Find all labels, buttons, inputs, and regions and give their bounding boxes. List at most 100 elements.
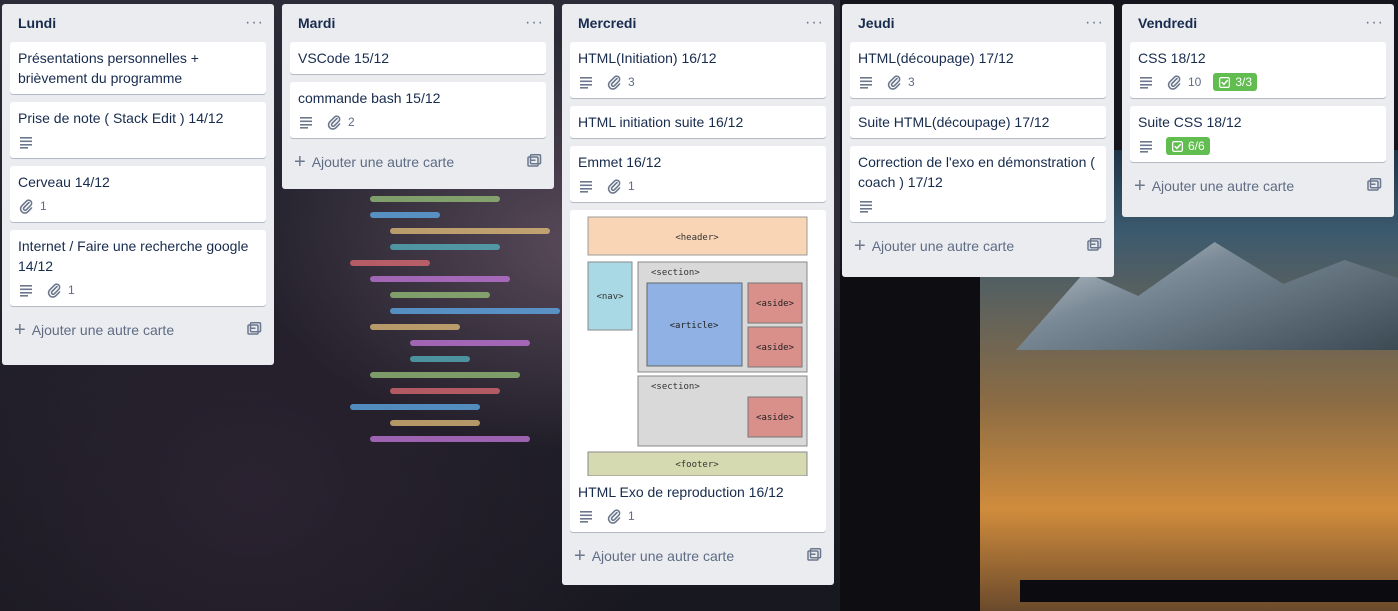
card[interactable]: Suite CSS 18/12 6/6 [1130, 106, 1386, 162]
list-title[interactable]: Vendredi [1138, 15, 1197, 31]
card[interactable]: Internet / Faire une recherche google 14… [10, 230, 266, 306]
cover-label-aside-3: <aside> [756, 413, 795, 423]
list-mercredi: Mercredi ··· HTML(Initiation) 16/12 3 HT… [562, 4, 834, 585]
cover-label-footer: <footer> [675, 460, 719, 470]
attachment-count: 1 [40, 199, 47, 213]
attachment-icon [606, 178, 622, 194]
card-title: Prise de note ( Stack Edit ) 14/12 [18, 110, 224, 126]
attachment-badge: 1 [606, 508, 635, 524]
list-mardi: Mardi ··· VSCode 15/12 commande bash 15/… [282, 4, 554, 189]
cover-label-aside-2: <aside> [756, 343, 795, 353]
attachment-icon [606, 508, 622, 524]
list-header: Mardi ··· [282, 4, 554, 42]
template-icon[interactable] [526, 153, 542, 172]
attachment-icon [326, 114, 342, 130]
card-title: HTML(découpage) 17/12 [858, 50, 1014, 66]
card[interactable]: VSCode 15/12 [290, 42, 546, 74]
attachment-badge: 3 [886, 74, 915, 90]
card-with-cover[interactable]: <header> <nav> <section> <article> <asid… [570, 210, 826, 532]
attachment-badge: 1 [18, 198, 47, 214]
card-title: HTML(Initiation) 16/12 [578, 50, 717, 66]
list-title[interactable]: Mercredi [578, 15, 636, 31]
card[interactable]: HTML(découpage) 17/12 3 [850, 42, 1106, 98]
checklist-badge: 3/3 [1213, 73, 1258, 91]
more-icon[interactable]: ··· [1365, 15, 1384, 31]
card[interactable]: Présentations personnelles + brièvement … [10, 42, 266, 94]
template-icon[interactable] [246, 321, 262, 340]
add-card-button[interactable]: + Ajouter une autre carte [1134, 176, 1294, 196]
attachment-icon [886, 74, 902, 90]
card[interactable]: Suite HTML(découpage) 17/12 [850, 106, 1106, 138]
list-vendredi: Vendredi ··· CSS 18/12 10 3/3 Suite CSS … [1122, 4, 1394, 217]
add-card-button[interactable]: + Ajouter une autre carte [854, 236, 1014, 256]
card[interactable]: commande bash 15/12 2 [290, 82, 546, 138]
description-icon [578, 508, 594, 524]
checklist-badge: 6/6 [1166, 137, 1210, 155]
add-card-row: + Ajouter une autre carte [842, 230, 1114, 262]
more-icon[interactable]: ··· [805, 15, 824, 31]
attachment-badge: 10 [1166, 74, 1201, 90]
card-title: Emmet 16/12 [578, 154, 662, 170]
plus-icon: + [14, 319, 26, 341]
add-card-label: Ajouter une autre carte [311, 154, 455, 170]
card-title: CSS 18/12 [1138, 50, 1206, 66]
add-card-button[interactable]: + Ajouter une autre carte [574, 546, 734, 566]
template-icon[interactable] [806, 547, 822, 566]
attachment-count: 1 [628, 509, 635, 523]
card[interactable]: HTML initiation suite 16/12 [570, 106, 826, 138]
description-icon [18, 282, 34, 298]
list-title[interactable]: Lundi [18, 15, 56, 31]
add-card-row: + Ajouter une autre carte [282, 146, 554, 178]
card[interactable]: HTML(Initiation) 16/12 3 [570, 42, 826, 98]
background-taskbar [1020, 580, 1398, 602]
card[interactable]: Correction de l'exo en démonstration ( c… [850, 146, 1106, 222]
card-cover-image: <header> <nav> <section> <article> <asid… [570, 210, 826, 476]
card-title: VSCode 15/12 [298, 50, 390, 66]
cover-label-section-2: <section> [651, 382, 700, 392]
list-jeudi: Jeudi ··· HTML(découpage) 17/12 3 Suite … [842, 4, 1114, 277]
card-title: HTML Exo de reproduction 16/12 [578, 484, 784, 500]
list-title[interactable]: Jeudi [858, 15, 895, 31]
more-icon[interactable]: ··· [525, 15, 544, 31]
card-title: Suite HTML(découpage) 17/12 [858, 114, 1050, 130]
plus-icon: + [854, 235, 866, 257]
attachment-count: 10 [1188, 75, 1202, 89]
attachment-icon [606, 74, 622, 90]
attachment-icon [18, 198, 34, 214]
card[interactable]: Emmet 16/12 1 [570, 146, 826, 202]
card[interactable]: CSS 18/12 10 3/3 [1130, 42, 1386, 98]
cover-label-nav: <nav> [596, 292, 624, 302]
add-card-label: Ajouter une autre carte [591, 548, 735, 564]
cover-label-section-1: <section> [651, 268, 700, 278]
add-card-button[interactable]: + Ajouter une autre carte [14, 320, 174, 340]
attachment-badge: 1 [46, 282, 75, 298]
attachment-badge: 2 [326, 114, 355, 130]
plus-icon: + [1134, 175, 1146, 197]
card[interactable]: Cerveau 14/12 1 [10, 166, 266, 222]
list-lundi: Lundi ··· Présentations personnelles + b… [2, 4, 274, 365]
attachment-count: 1 [628, 179, 635, 193]
more-icon[interactable]: ··· [245, 15, 264, 31]
list-header: Jeudi ··· [842, 4, 1114, 42]
description-icon [1138, 74, 1154, 90]
cover-label-aside-1: <aside> [756, 299, 795, 309]
add-card-row: + Ajouter une autre carte [2, 314, 274, 346]
attachment-badge: 1 [606, 178, 635, 194]
add-card-row: + Ajouter une autre carte [1122, 170, 1394, 202]
attachment-count: 2 [348, 115, 355, 129]
card-title: HTML initiation suite 16/12 [578, 114, 744, 130]
list-title[interactable]: Mardi [298, 15, 335, 31]
more-icon[interactable]: ··· [1085, 15, 1104, 31]
cover-label-header: <header> [675, 233, 719, 243]
checklist-count: 6/6 [1188, 139, 1205, 153]
card[interactable]: Prise de note ( Stack Edit ) 14/12 [10, 102, 266, 158]
checklist-count: 3/3 [1235, 75, 1253, 89]
template-icon[interactable] [1086, 237, 1102, 256]
template-icon[interactable] [1366, 177, 1382, 196]
add-card-label: Ajouter une autre carte [1151, 178, 1295, 194]
attachment-count: 3 [628, 75, 635, 89]
attachment-icon [1166, 74, 1182, 90]
add-card-button[interactable]: + Ajouter une autre carte [294, 152, 454, 172]
attachment-count: 3 [908, 75, 915, 89]
cover-label-article: <article> [670, 321, 719, 331]
